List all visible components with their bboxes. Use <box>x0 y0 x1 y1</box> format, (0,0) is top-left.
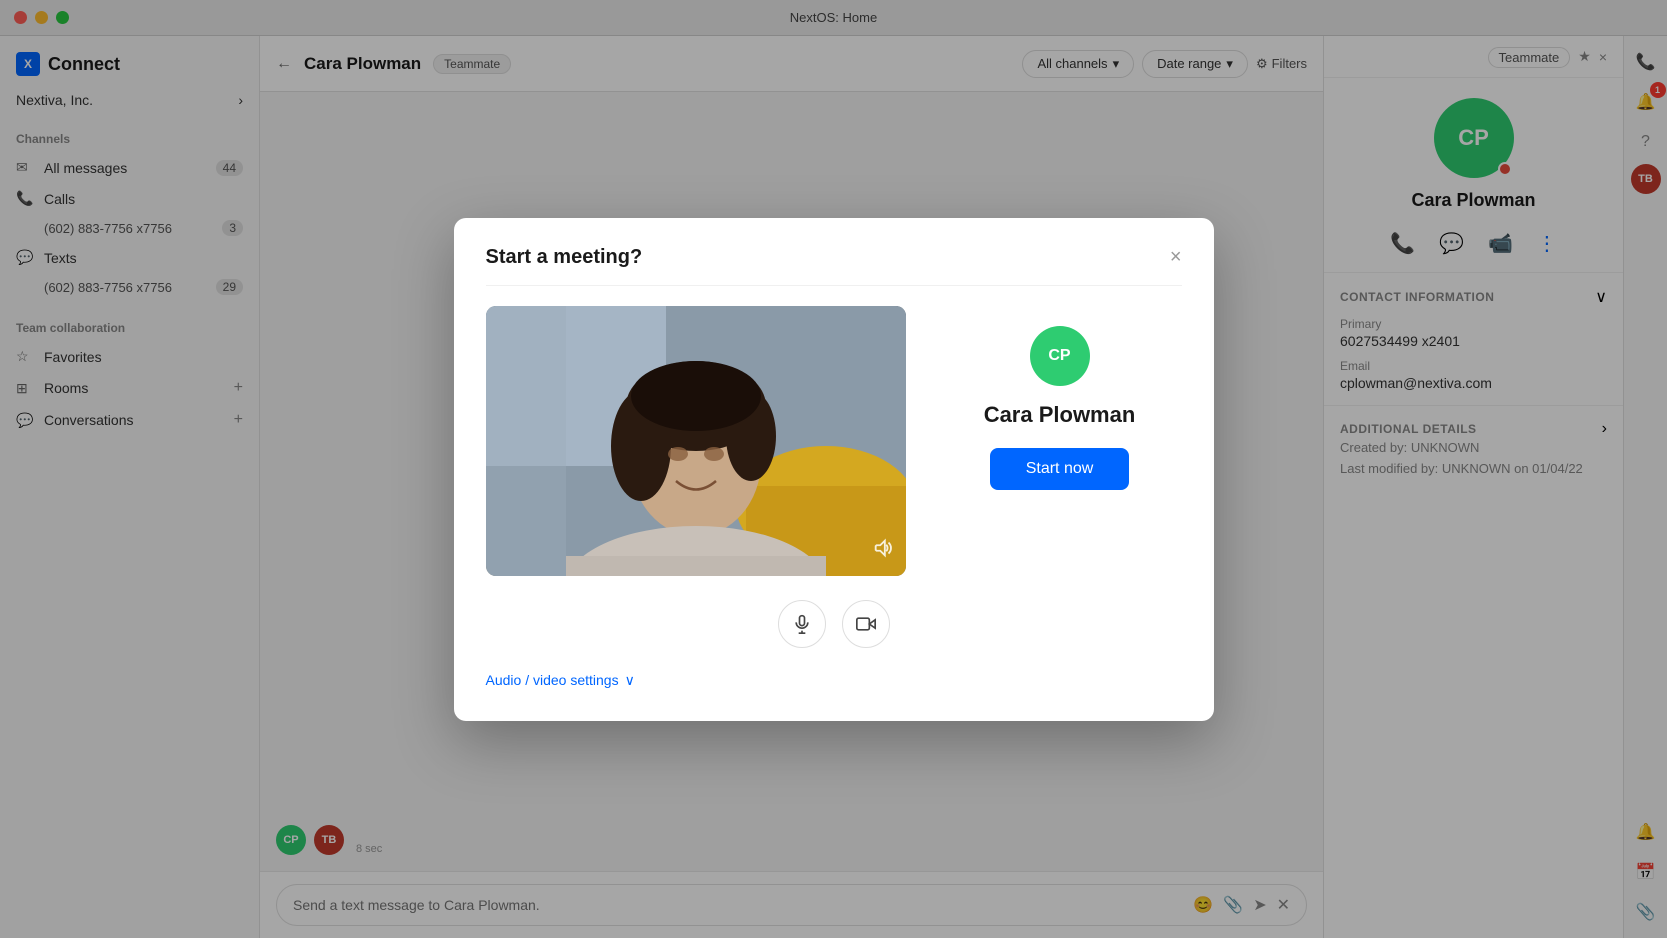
modal-body: CP Cara Plowman Start now <box>486 306 1182 576</box>
volume-icon <box>872 537 894 564</box>
modal-right: CP Cara Plowman Start now <box>938 306 1182 490</box>
person-silhouette <box>486 306 906 576</box>
camera-button[interactable] <box>842 600 890 648</box>
modal-title: Start a meeting? <box>486 246 643 269</box>
video-person <box>486 306 906 576</box>
video-preview <box>486 306 906 576</box>
start-meeting-modal: Start a meeting? × <box>454 218 1214 721</box>
modal-controls <box>486 600 1182 648</box>
callee-name: Cara Plowman <box>984 402 1136 428</box>
audio-video-settings-button[interactable]: Audio / video settings ∨ <box>486 672 635 689</box>
modal-close-button[interactable]: × <box>1170 247 1182 267</box>
modal-overlay: Start a meeting? × <box>0 0 1667 938</box>
chevron-down-icon: ∨ <box>625 672 635 689</box>
modal-header: Start a meeting? × <box>486 246 1182 286</box>
start-now-button[interactable]: Start now <box>990 448 1130 490</box>
callee-avatar: CP <box>1030 326 1090 386</box>
audio-settings-row: Audio / video settings ∨ <box>486 660 1182 689</box>
microphone-button[interactable] <box>778 600 826 648</box>
